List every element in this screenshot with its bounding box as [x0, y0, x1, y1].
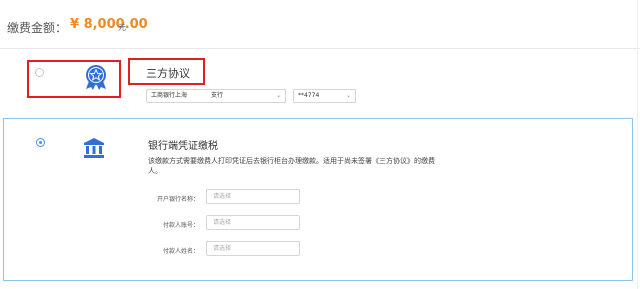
bank-voucher-description: 该缴款方式需要缴费人打印凭证后去银行柜台办理缴款。适用于尚未签署《三方协议》的缴… — [148, 157, 435, 175]
amount-label: 缴费金额： — [7, 21, 68, 35]
award-badge-icon — [83, 64, 109, 90]
amount-value: ¥ 8,000.00 — [70, 17, 148, 32]
header-divider — [0, 48, 640, 49]
payer-account-label: 付款人账号： — [162, 222, 199, 229]
account-select[interactable]: **4774 ⌄ — [293, 89, 356, 103]
account-select-value: **4774 — [298, 92, 320, 99]
chevron-down-icon: ⌄ — [345, 92, 351, 99]
payer-account-input[interactable]: 请选择 — [206, 215, 300, 230]
branch-select-value: 支行 — [210, 92, 223, 99]
payer-name-input[interactable]: 请选择 — [206, 241, 300, 256]
bank-name-label: 开户银行名称： — [156, 196, 199, 203]
bank-icon — [82, 136, 106, 160]
chevron-down-icon: ⌄ — [275, 92, 281, 99]
tripartite-title: 三方协议 — [146, 67, 190, 80]
payer-name-label: 付款人姓名： — [162, 248, 199, 255]
bank-select-value: 工商银行上海 — [151, 92, 188, 99]
bank-voucher-radio[interactable] — [36, 138, 45, 147]
bank-voucher-title: 银行端凭证缴税 — [148, 141, 218, 152]
page-edge-divider — [637, 0, 638, 289]
bank-name-input[interactable]: 请选择 — [206, 189, 300, 204]
amount-unit: 元 — [118, 23, 126, 32]
bank-select[interactable]: 工商银行上海 支行 ⌄ — [146, 89, 286, 103]
